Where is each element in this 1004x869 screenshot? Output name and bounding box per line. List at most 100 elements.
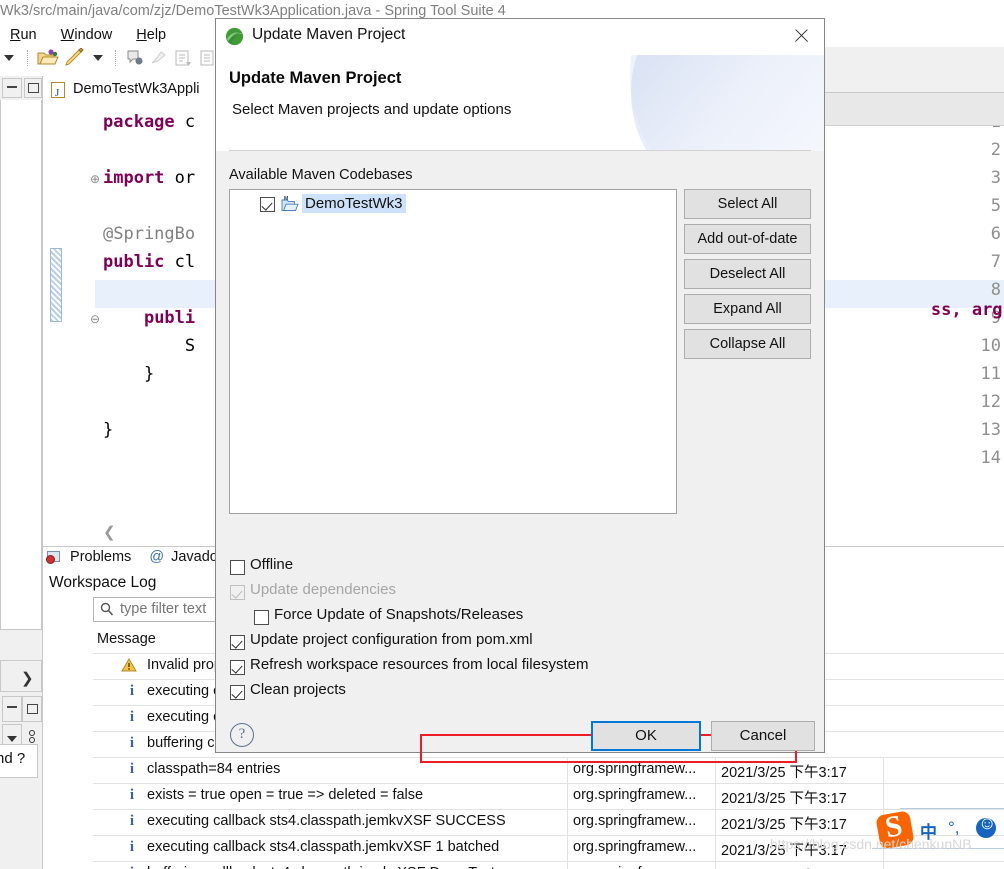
- toolbar-separator-2: [115, 50, 117, 66]
- help-icon[interactable]: ?: [230, 723, 254, 747]
- smiley-icon[interactable]: [976, 813, 996, 838]
- ime-punctuation-icon[interactable]: °,: [948, 818, 960, 838]
- log-date: 2021/3/25 下午3:17: [721, 765, 847, 781]
- editor-tab-active[interactable]: DemoTestWk3Appli: [51, 78, 200, 105]
- log-plugin: org.springframew...: [573, 839, 697, 855]
- table-row[interactable]: i executing callback sts4.classpath.jemkv…: [93, 809, 1004, 836]
- update-maven-project-dialog: Update Maven Project Update Maven Projec…: [215, 18, 825, 763]
- log-message: executing callback sts4.classpath.jemkvX…: [147, 813, 506, 829]
- code-fragment-right-text: ss, args);: [930, 300, 1004, 320]
- java-file-icon: [51, 82, 65, 105]
- bottom-panel-maximize-box[interactable]: [22, 696, 42, 722]
- left-strip-fragment-label: nd ?: [0, 744, 38, 778]
- available-codebases-label: Available Maven Codebases: [229, 167, 413, 183]
- maven-codebases-tree[interactable]: M DemoTestWk3: [229, 189, 677, 514]
- info-icon: i: [129, 787, 135, 803]
- info-icon: i: [129, 683, 135, 699]
- option-label: Force Update of Snapshots/Releases: [274, 606, 524, 623]
- column-divider: [567, 862, 568, 869]
- open-resource-icon[interactable]: [37, 48, 59, 68]
- log-col-message[interactable]: Message: [97, 631, 156, 647]
- ime-top-line: [900, 808, 1004, 809]
- column-divider: [883, 758, 884, 784]
- editor-change-marker: [50, 248, 62, 322]
- log-plugin: org.springframew...: [573, 813, 697, 829]
- column-divider: [715, 784, 716, 810]
- info-icon: i: [129, 839, 135, 855]
- left-panel-expand-button[interactable]: ❯: [0, 660, 42, 692]
- option-checkbox[interactable]: [230, 660, 245, 675]
- tree-item-checkbox[interactable]: [260, 197, 275, 212]
- option-label: Update dependencies: [250, 581, 396, 598]
- tab-problems[interactable]: Problems: [43, 547, 141, 565]
- fold-toggle-icon[interactable]: ⊕: [89, 173, 101, 185]
- dialog-title-text: Update Maven Project: [252, 26, 406, 43]
- bottom-panel-minimize-box[interactable]: [2, 696, 22, 722]
- filter-placeholder-text: type filter text: [120, 601, 207, 617]
- left-panel-maximize-box[interactable]: [24, 78, 42, 98]
- run-config-icon[interactable]: [173, 48, 193, 68]
- left-panel-strip: ❯ nd ?: [0, 76, 42, 869]
- menu-run[interactable]: Run: [0, 22, 47, 48]
- ime-punctuation-label: °,: [948, 818, 960, 837]
- code-line: }: [103, 364, 155, 384]
- code-line: package c: [103, 112, 196, 132]
- dialog-subheading: Select Maven projects and update options: [232, 101, 512, 118]
- table-row[interactable]: i buffering callback sts4.classpath.jemkv…: [93, 861, 1004, 869]
- cancel-button[interactable]: Cancel: [711, 721, 815, 751]
- cancel-button-label: Cancel: [739, 727, 787, 744]
- toolbar-separator-1: [26, 50, 28, 66]
- log-date: 2021/3/25 下午3:17: [721, 791, 847, 807]
- option-checkbox[interactable]: [254, 610, 269, 625]
- option-checkbox[interactable]: [230, 560, 245, 575]
- option-label: Update project configuration from pom.xm…: [250, 631, 533, 648]
- tab-problems-label: Problems: [70, 549, 132, 565]
- button-collapse-all[interactable]: Collapse All: [684, 329, 811, 359]
- new-wizard-icon[interactable]: [63, 48, 85, 68]
- close-icon[interactable]: [778, 19, 824, 53]
- info-icon: i: [129, 709, 135, 725]
- column-divider: [883, 784, 884, 810]
- code-line: import or: [103, 168, 196, 188]
- option-label: Clean projects: [250, 681, 346, 698]
- log-date: 2021/3/25 下午3:17: [721, 817, 847, 833]
- tree-item-label: DemoTestWk3: [302, 194, 406, 213]
- code-line: publi: [143, 308, 196, 328]
- code-line: public cl: [103, 252, 196, 272]
- option-checkbox[interactable]: [230, 635, 245, 650]
- log-message: classpath=84 entries: [147, 761, 281, 777]
- column-divider: [715, 810, 716, 836]
- button-expand-all[interactable]: Expand All: [684, 294, 811, 324]
- log-message: exists = true open = true => deleted = f…: [147, 787, 424, 803]
- toolbar-dropdown-caret-2[interactable]: [92, 55, 103, 61]
- button-add-out-of-date[interactable]: Add out-of-date: [684, 224, 811, 254]
- svg-text:M: M: [284, 196, 288, 202]
- line-number: 5: [990, 196, 1001, 216]
- table-row[interactable]: i exists = true open = true => deleted = …: [93, 783, 1004, 810]
- column-divider: [715, 836, 716, 862]
- button-label: Select All: [717, 196, 778, 212]
- button-label: Add out-of-date: [697, 231, 798, 247]
- left-panel-minimize-box[interactable]: [2, 78, 22, 98]
- code-fragment-right: ss, args);: [849, 280, 1004, 340]
- info-icon: i: [129, 735, 135, 751]
- button-label: Collapse All: [709, 336, 786, 352]
- code-line: @SpringBo: [103, 224, 196, 244]
- ok-button[interactable]: OK: [591, 721, 701, 751]
- column-divider: [883, 862, 884, 869]
- button-deselect-all[interactable]: Deselect All: [684, 259, 811, 289]
- info-icon: i: [123, 865, 141, 869]
- toolbar-dropdown-caret-1[interactable]: [4, 55, 14, 61]
- spring-boot-icon[interactable]: [125, 48, 145, 68]
- option-label: Offline: [250, 556, 294, 573]
- button-label: Expand All: [713, 301, 782, 317]
- column-divider: [715, 862, 716, 869]
- column-divider: [567, 784, 568, 810]
- menu-help[interactable]: Help: [126, 22, 176, 48]
- scroll-left-arrow-icon[interactable]: ❮: [103, 523, 116, 541]
- watermark: https://blog.csdn.net/chenkunNB: [770, 836, 972, 852]
- fold-toggle-icon[interactable]: ⊖: [89, 313, 101, 325]
- option-checkbox[interactable]: [230, 685, 245, 700]
- button-select-all[interactable]: Select All: [684, 189, 811, 219]
- menu-window[interactable]: Window: [51, 22, 123, 48]
